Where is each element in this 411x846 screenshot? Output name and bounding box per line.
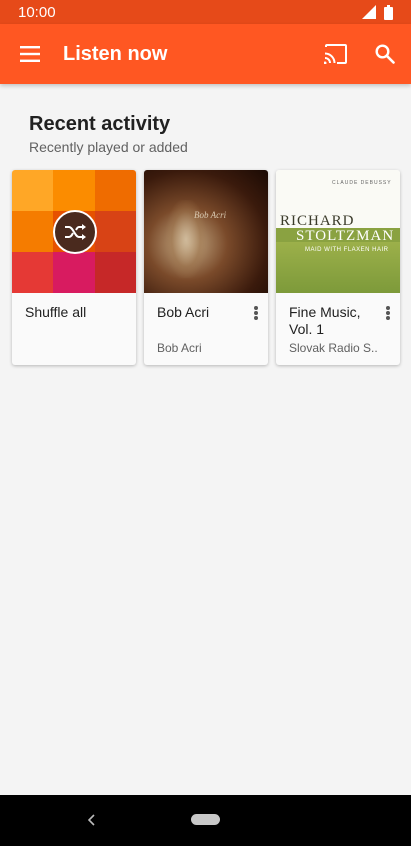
home-button[interactable] xyxy=(191,814,220,825)
shuffle-icon xyxy=(65,224,86,240)
menu-button[interactable] xyxy=(0,24,60,84)
shuffle-mosaic xyxy=(12,170,136,293)
back-button[interactable] xyxy=(82,810,102,830)
card-title: Fine Music, Vol. 1 xyxy=(289,304,361,337)
cast-icon xyxy=(324,44,347,64)
more-options-button[interactable] xyxy=(382,302,394,324)
signal-icon xyxy=(362,5,376,19)
album-art-fine-music: CLAUDE DEBUSSY RICHARD STOLTZMAN MAID WI… xyxy=(276,170,400,293)
mosaic-tile xyxy=(12,170,54,211)
more-options-button[interactable] xyxy=(250,302,262,324)
menu-icon xyxy=(20,46,40,62)
mosaic-tile xyxy=(94,170,136,211)
mosaic-tile xyxy=(94,211,136,252)
page-title: Listen now xyxy=(63,42,168,65)
section-title: Recent activity xyxy=(29,113,171,135)
mosaic-tile xyxy=(53,252,95,293)
system-nav-bar xyxy=(0,795,411,846)
status-time: 10:00 xyxy=(18,3,56,21)
back-icon xyxy=(88,814,95,826)
mosaic-tile xyxy=(53,170,95,211)
search-button[interactable] xyxy=(367,36,403,72)
card-title: Bob Acri xyxy=(157,304,210,320)
shuffle-button[interactable] xyxy=(53,210,97,254)
mosaic-tile xyxy=(94,252,136,293)
album-art-bob-acri: Bob Acri xyxy=(144,170,268,293)
shuffle-all-card[interactable]: Shuffle all xyxy=(12,170,136,365)
mosaic-tile xyxy=(12,252,54,293)
status-icons xyxy=(362,4,393,20)
album-card-fine-music[interactable]: CLAUDE DEBUSSY RICHARD STOLTZMAN MAID WI… xyxy=(276,170,400,365)
card-title: Shuffle all xyxy=(25,304,87,320)
search-icon xyxy=(375,44,395,64)
app-bar: Listen now xyxy=(0,24,411,84)
card-subtitle: Slovak Radio S.. xyxy=(289,341,378,355)
album-art-line3: MAID WITH FLAXEN HAIR xyxy=(305,247,389,253)
card-subtitle: Bob Acri xyxy=(157,341,202,355)
album-art-text: Bob Acri xyxy=(194,210,227,220)
album-card-bob-acri[interactable]: Bob Acri Bob Acri Bob Acri xyxy=(144,170,268,365)
mosaic-tile xyxy=(12,211,54,252)
cast-button[interactable] xyxy=(318,36,354,72)
album-art-header: CLAUDE DEBUSSY xyxy=(332,180,392,186)
battery-icon xyxy=(384,4,393,20)
section-subtitle: Recently played or added xyxy=(29,139,188,155)
status-bar: 10:00 xyxy=(0,0,411,24)
